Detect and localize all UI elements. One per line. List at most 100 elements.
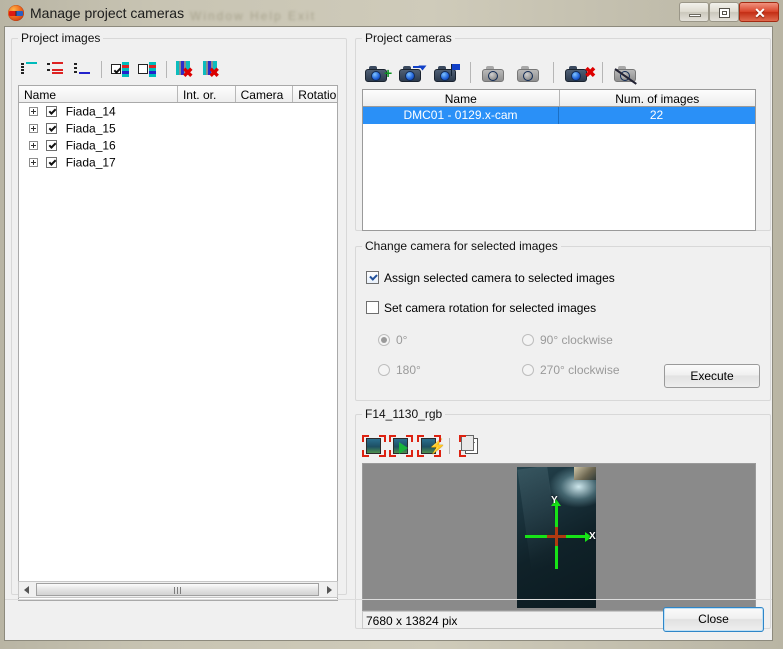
scrollbar-thumb[interactable] (36, 583, 319, 596)
row-checkbox[interactable] (46, 123, 58, 135)
preview-toolbar: ⚡ (362, 435, 483, 459)
delete-camera-icon[interactable]: ✖ (562, 59, 596, 86)
rotation-option-180[interactable]: 180° (378, 363, 421, 377)
project-images-tree[interactable]: Fiada_14 Fiada_15 Fiada_16 Fiada_17 (18, 103, 338, 601)
change-camera-legend: Change camera for selected images (365, 239, 558, 253)
duplicate-camera-icon[interactable] (514, 59, 545, 86)
dialog-client-area: Project images ✖ ✖ Name Int. or. Camera … (4, 26, 773, 641)
disable-camera-icon[interactable] (611, 59, 642, 86)
column-header-num-images[interactable]: Num. of images (560, 90, 756, 106)
rotation-option-90[interactable]: 90° clockwise (522, 333, 613, 347)
footer-divider (5, 599, 772, 600)
column-header-name[interactable]: Name (19, 86, 178, 102)
project-cameras-toolbar: + ✖ (362, 59, 642, 87)
project-cameras-legend: Project cameras (365, 31, 452, 45)
rotation-option-90-label: 90° clockwise (540, 333, 613, 347)
select-all-rows-icon[interactable] (18, 59, 40, 80)
window-title: Manage project cameras (30, 5, 185, 21)
radio-icon (378, 364, 390, 376)
table-row[interactable]: Fiada_14 (19, 103, 337, 120)
toolbar-separator (444, 435, 456, 457)
thumbnail-terrain (574, 467, 596, 480)
image-name: Fiada_15 (65, 121, 116, 136)
column-header-int-or[interactable]: Int. or. (178, 86, 236, 102)
remove-all-icon[interactable]: ✖ (201, 59, 223, 80)
window-close-button[interactable]: ✕ (739, 2, 779, 22)
checkbox-icon (366, 301, 379, 314)
maximize-icon (719, 8, 730, 18)
num-images-cell: 22 (559, 107, 755, 124)
image-name: Fiada_16 (65, 138, 116, 153)
close-button[interactable]: Close (663, 607, 764, 632)
rotation-option-180-label: 180° (396, 363, 421, 377)
table-row[interactable]: Fiada_17 (19, 154, 337, 171)
column-header-camera-name[interactable]: Name (363, 90, 560, 106)
project-images-legend: Project images (21, 31, 101, 45)
expand-icon[interactable] (29, 158, 38, 168)
project-cameras-list[interactable]: DMC01 - 0129.x-cam 22 (362, 107, 756, 231)
uncheck-all-icon[interactable] (136, 59, 158, 80)
radio-icon (522, 364, 534, 376)
table-row[interactable]: Fiada_15 (19, 120, 337, 137)
remove-selected-icon[interactable]: ✖ (174, 59, 196, 80)
add-camera-icon[interactable]: + (362, 59, 393, 86)
rotation-option-270[interactable]: 270° clockwise (522, 363, 620, 377)
toolbar-separator (548, 59, 559, 86)
set-rotation-checkbox[interactable]: Set camera rotation for selected images (366, 301, 596, 315)
scroll-left-arrow-icon[interactable] (19, 582, 35, 597)
checkbox-icon (366, 271, 379, 284)
copy-properties-icon[interactable] (459, 435, 483, 457)
assign-camera-checkbox[interactable]: Assign selected camera to selected image… (366, 271, 615, 285)
quick-process-icon[interactable]: ⚡ (416, 435, 446, 457)
manage-project-cameras-window: Window Help Exit Manage project cameras … (0, 0, 783, 649)
toolbar-separator (597, 59, 608, 86)
radio-icon (522, 334, 534, 346)
close-icon: ✕ (754, 5, 766, 21)
execute-button[interactable]: Execute (664, 364, 760, 388)
assign-camera-label: Assign selected camera to selected image… (384, 271, 615, 285)
project-cameras-column-headers: Name Num. of images (362, 89, 756, 107)
origin-cross-vertical (555, 527, 558, 546)
rotation-option-270-label: 270° clockwise (540, 363, 620, 377)
column-header-rotation[interactable]: Rotation (293, 86, 337, 102)
play-image-icon[interactable] (389, 435, 414, 457)
preview-canvas[interactable]: X Y (362, 463, 756, 611)
minimize-icon (689, 14, 701, 17)
toolbar-separator (162, 59, 171, 80)
image-preview-group: F14_1130_rgb ⚡ X Y 7680 x 13824 pix (355, 407, 771, 629)
show-image-icon[interactable] (362, 435, 386, 457)
maximize-button[interactable] (709, 2, 739, 22)
expand-icon[interactable] (29, 107, 38, 117)
toolbar-separator (97, 59, 106, 80)
table-row[interactable]: Fiada_16 (19, 137, 337, 154)
rotation-option-0-label: 0° (396, 333, 408, 347)
row-checkbox[interactable] (46, 140, 58, 152)
column-header-camera[interactable]: Camera (236, 86, 294, 102)
project-cameras-group: Project cameras + ✖ Name Num. of images … (355, 31, 771, 231)
preview-thumbnail[interactable]: X Y (517, 467, 596, 608)
title-bar: Window Help Exit Manage project cameras … (0, 0, 783, 26)
change-camera-group: Change camera for selected images Assign… (355, 239, 771, 401)
expand-icon[interactable] (29, 141, 38, 151)
row-checkbox[interactable] (46, 106, 58, 118)
check-all-icon[interactable] (109, 59, 131, 80)
background-menu-ghost-text: Window Help Exit (190, 9, 317, 23)
y-axis-label: Y (551, 495, 558, 506)
edit-camera-icon[interactable] (431, 59, 462, 86)
minimize-button[interactable] (679, 2, 709, 22)
table-row[interactable]: DMC01 - 0129.x-cam 22 (363, 107, 755, 124)
project-images-toolbar: ✖ ✖ (18, 59, 224, 81)
expand-rows-icon[interactable] (44, 59, 66, 80)
application-icon (8, 5, 24, 21)
scroll-right-arrow-icon[interactable] (321, 582, 337, 597)
radio-icon (378, 334, 390, 346)
collapse-rows-icon[interactable] (71, 59, 93, 80)
import-camera-icon[interactable] (396, 59, 427, 86)
expand-icon[interactable] (29, 124, 38, 134)
project-images-column-headers: Name Int. or. Camera Rotation (18, 85, 338, 103)
horizontal-scrollbar[interactable] (18, 581, 338, 598)
image-name: Fiada_14 (65, 104, 116, 119)
rotation-option-0[interactable]: 0° (378, 333, 407, 347)
row-checkbox[interactable] (46, 157, 58, 169)
copy-camera-icon[interactable] (479, 59, 510, 86)
